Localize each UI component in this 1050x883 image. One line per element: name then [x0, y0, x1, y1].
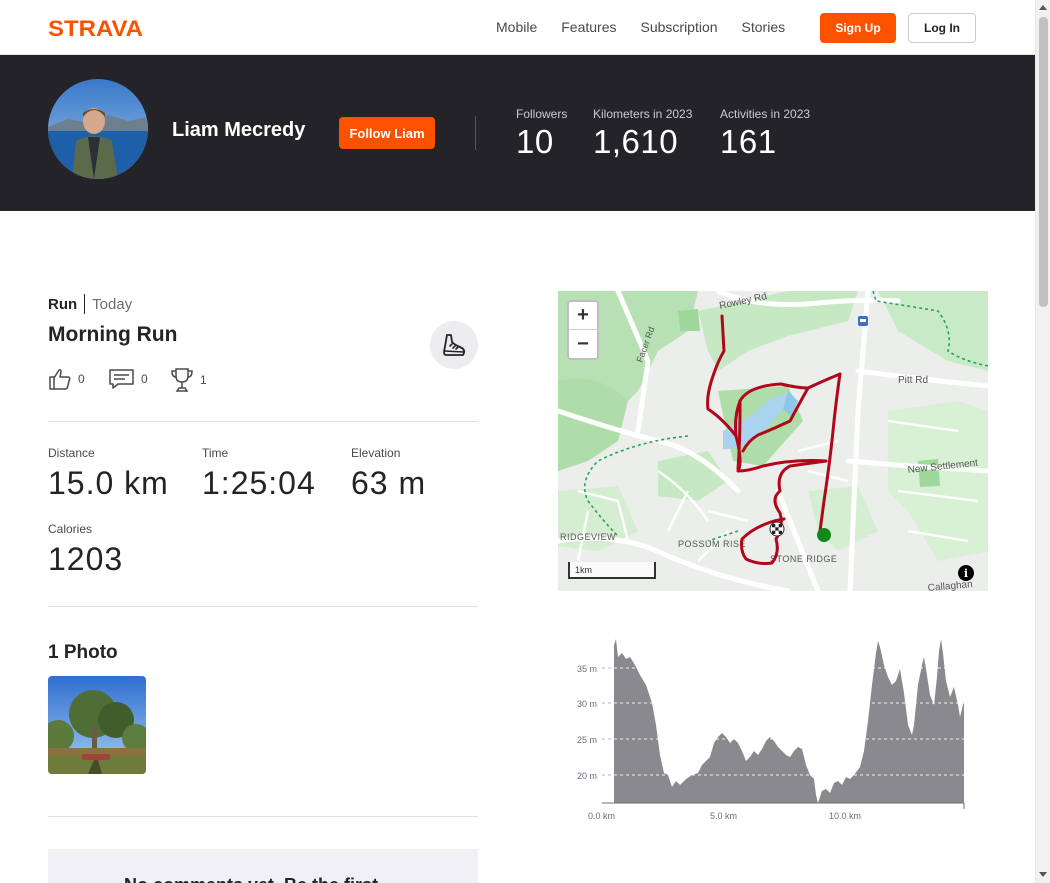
stat-value: 161 [720, 123, 777, 160]
comments-empty-state: No comments yet. Be the first [48, 849, 478, 883]
metric-elevation: Elevation 63 m [351, 446, 426, 502]
comment-count: 0 [141, 372, 148, 386]
map-label-possum-rise: POSSUM RISE [678, 539, 746, 549]
map-label-ridgeview: RIDGEVIEW [560, 532, 616, 542]
x-tick-0: 0.0 km [588, 811, 615, 821]
metric-value: 1:25:04 [202, 465, 316, 501]
athlete-header: Liam Mecredy Follow Liam Followers 10 Ki… [0, 55, 1035, 211]
map-scale: 1km [568, 562, 656, 579]
metric-label: Time [202, 446, 229, 460]
kudos-count: 0 [78, 372, 85, 386]
map-label-pitt: Pitt Rd [898, 375, 928, 386]
zoom-in-button[interactable]: + [569, 302, 597, 330]
nav-stories[interactable]: Stories [742, 19, 786, 35]
achievements-button[interactable]: 1 [170, 367, 207, 393]
y-tick-35: 35 m [577, 664, 597, 674]
comments-button[interactable]: 0 [109, 367, 148, 391]
metric-calories: Calories 1203 [48, 522, 123, 578]
strava-logo[interactable]: STRAVA [48, 17, 144, 39]
activity-meta: Run Today [48, 294, 132, 314]
nav-features[interactable]: Features [561, 19, 616, 35]
no-comments-text: No comments yet. Be the first [124, 875, 378, 883]
map-canvas: Rowley Rd Facer Rd Pitt Rd New Settlemen… [558, 291, 988, 591]
meta-divider [84, 294, 86, 314]
follow-button[interactable]: Follow Liam [339, 117, 435, 149]
scroll-up-arrow-icon[interactable] [1039, 5, 1047, 10]
metric-label: Elevation [351, 446, 401, 460]
y-tick-20: 20 m [577, 771, 597, 781]
scroll-down-arrow-icon[interactable] [1039, 872, 1047, 877]
sign-up-button[interactable]: Sign Up [820, 13, 896, 43]
x-tick-10: 10.0 km [829, 811, 861, 821]
nav-subscription[interactable]: Subscription [641, 19, 718, 35]
gear-shoe-button[interactable] [430, 321, 478, 369]
sport-type: Run [48, 295, 78, 313]
stat-kilometers: Kilometers in 2023 1,610 [593, 107, 692, 161]
zoom-out-button[interactable]: − [569, 330, 597, 358]
scroll-thumb[interactable] [1039, 17, 1048, 307]
avatar-image [48, 79, 148, 179]
stat-label: Kilometers in 2023 [593, 107, 693, 121]
viewport: STRAVA Mobile Features Subscription Stor… [0, 0, 1035, 883]
header-divider [475, 116, 476, 150]
elevation-chart[interactable]: 35 m 30 m 25 m 20 m 0.0 km 5.0 km 10.0 k… [560, 625, 980, 825]
stat-activities: Activities in 2023 161 [720, 107, 810, 161]
stat-value: 1,610 [593, 123, 679, 160]
activity-title: Morning Run [48, 323, 178, 346]
top-nav: STRAVA Mobile Features Subscription Stor… [0, 0, 1035, 55]
metric-label: Calories [48, 522, 93, 536]
divider [48, 421, 478, 422]
map-zoom-control: + − [567, 300, 599, 360]
x-tick-5: 5.0 km [710, 811, 737, 821]
metric-value: 15.0 km [48, 465, 169, 501]
divider [48, 816, 478, 817]
avatar[interactable] [48, 79, 148, 179]
metric-value: 1203 [48, 541, 124, 577]
activity-date: Today [92, 295, 133, 313]
photo-image [48, 676, 146, 774]
athlete-name[interactable]: Liam Mecredy [172, 119, 305, 142]
kudos-button[interactable]: 0 [48, 367, 85, 391]
divider [48, 606, 478, 607]
metric-value: 63 m [351, 465, 427, 501]
achievement-count: 1 [200, 373, 207, 387]
elevation-area [614, 639, 964, 803]
stat-label: Followers [516, 107, 568, 121]
page-scrollbar[interactable] [1035, 0, 1050, 883]
map-label-stone-ridge: STONE RIDGE [770, 554, 837, 564]
stat-value: 10 [516, 123, 554, 160]
stat-label: Activities in 2023 [720, 107, 811, 121]
activity-photo[interactable] [48, 676, 146, 774]
strava-logo-text: STRAVA [48, 17, 143, 39]
metric-time: Time 1:25:04 [202, 446, 316, 502]
metric-distance: Distance 15.0 km [48, 446, 169, 502]
shoe-icon [443, 334, 466, 356]
photos-title: 1 Photo [48, 642, 118, 663]
route-map[interactable]: Rowley Rd Facer Rd Pitt Rd New Settlemen… [558, 291, 988, 591]
page: STRAVA Mobile Features Subscription Stor… [0, 0, 1050, 883]
log-in-button[interactable]: Log In [908, 13, 976, 43]
thumbs-up-icon [49, 369, 71, 390]
info-icon[interactable]: i [958, 565, 974, 581]
nav-mobile[interactable]: Mobile [496, 19, 537, 35]
metric-label: Distance [48, 446, 95, 460]
trophy-icon [171, 368, 193, 392]
stat-followers: Followers 10 [516, 107, 567, 161]
y-tick-25: 25 m [577, 735, 597, 745]
nav-links: Mobile Features Subscription Stories [496, 19, 785, 35]
comment-icon [109, 369, 134, 389]
y-tick-30: 30 m [577, 699, 597, 709]
